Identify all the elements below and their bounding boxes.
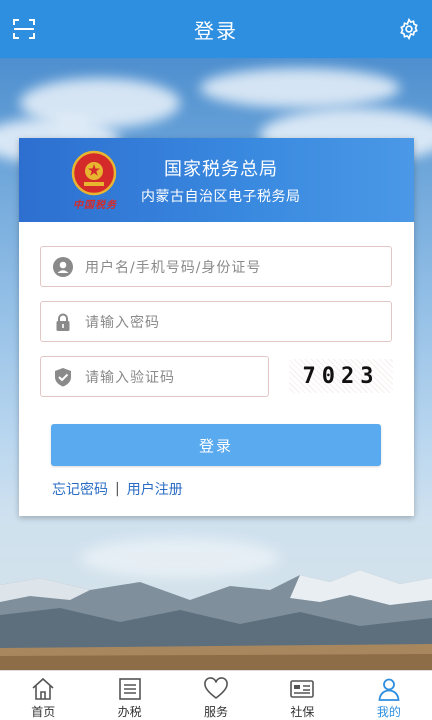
tab-label: 社保: [290, 705, 315, 719]
user-icon: [53, 256, 73, 277]
link-separator: |: [115, 481, 120, 497]
account-links: 忘记密码 | 用户注册: [52, 479, 183, 499]
captcha-image[interactable]: 7023: [289, 359, 393, 393]
org-name: 国家税务总局: [164, 159, 278, 180]
tab-mine[interactable]: 我的: [346, 671, 432, 720]
mountain-landscape: [0, 570, 432, 670]
tab-label: 首页: [31, 705, 56, 719]
tab-label: 办税: [117, 705, 142, 719]
shield-icon: [55, 367, 71, 386]
captcha-input[interactable]: 请输入验证码: [40, 356, 269, 397]
tab-social-security[interactable]: 社保: [259, 671, 345, 720]
forgot-password-link[interactable]: 忘记密码: [52, 479, 108, 499]
password-placeholder: 请输入密码: [85, 314, 160, 331]
list-icon: [118, 678, 141, 700]
person-icon: [378, 678, 400, 701]
login-button[interactable]: 登录: [51, 424, 381, 466]
tab-service[interactable]: 服务: [173, 671, 259, 720]
password-input[interactable]: 请输入密码: [40, 301, 392, 342]
tax-emblem-icon: [71, 150, 117, 196]
tab-tax[interactable]: 办税: [86, 671, 172, 720]
scan-icon[interactable]: [12, 17, 36, 41]
home-icon: [32, 677, 54, 700]
id-card-icon: [290, 680, 315, 698]
register-link[interactable]: 用户注册: [127, 479, 183, 499]
sub-org-name: 内蒙古自治区电子税务局: [141, 189, 301, 205]
card-header: 中国税务 国家税务总局 内蒙古自治区电子税务局: [19, 138, 414, 222]
tab-label: 服务: [204, 705, 229, 719]
emblem-caption: 中国税务: [73, 200, 117, 211]
username-placeholder: 用户名/手机号码/身份证号: [85, 259, 262, 276]
login-card: 中国税务 国家税务总局 内蒙古自治区电子税务局 用户名/手机号码/身份证号 请输…: [19, 138, 414, 516]
gear-icon[interactable]: [398, 18, 420, 40]
username-input[interactable]: 用户名/手机号码/身份证号: [40, 246, 392, 287]
tab-home[interactable]: 首页: [0, 671, 86, 720]
lock-icon: [56, 313, 70, 331]
tab-label: 我的: [376, 705, 401, 719]
captcha-code: 7023: [302, 363, 380, 389]
bottom-tab-bar: 首页 办税 服务 社保 我的: [0, 670, 432, 720]
captcha-placeholder: 请输入验证码: [85, 369, 175, 386]
top-bar: 登录: [0, 0, 432, 58]
page-title: 登录: [194, 18, 238, 43]
heart-icon: [204, 677, 228, 700]
